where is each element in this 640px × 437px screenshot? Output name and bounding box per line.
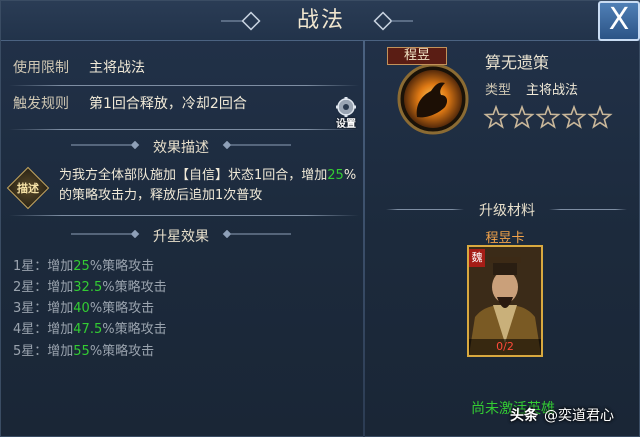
star-effect-percent: 55 [73, 344, 90, 359]
dialog-title: 战法 [296, 8, 345, 33]
kingdom-badge: 魏 [469, 249, 485, 267]
star-effect-suffix: %策略攻击 [89, 301, 155, 316]
section-ornament-right [222, 141, 291, 149]
divider [9, 85, 359, 86]
star-section-title: 升星效果 [153, 229, 209, 245]
trigger-rule-value: 第1回合释放，冷却2回合 [89, 96, 247, 112]
settings-label: 设置 [336, 119, 356, 130]
star-effect-suffix: %策略攻击 [102, 322, 167, 337]
star-icon [509, 105, 535, 129]
tactic-type-value: 主将战法 [526, 83, 579, 98]
star-effect-prefix: 2星：增加 [13, 280, 74, 295]
hero-name-tag: 程昱 [387, 47, 447, 65]
materials-section-title: 升级材料 [479, 203, 535, 219]
hero-card[interactable]: 魏 0/2 [467, 245, 543, 357]
star-effect-row: 1星：增加25%策略攻击 [13, 255, 154, 274]
star-rating [483, 105, 613, 129]
star-icon [483, 105, 509, 129]
star-effect-prefix: 5星：增加 [13, 344, 74, 359]
section-ornament-right [222, 230, 291, 238]
star-effect-suffix: %策略攻击 [89, 259, 155, 274]
watermark-source: 头条 [510, 408, 538, 424]
effect-section-title: 效果描述 [153, 140, 209, 156]
star-icon [561, 105, 587, 129]
settings-button[interactable]: 设置 [331, 97, 361, 130]
tactic-icon [397, 63, 469, 135]
usage-limit-value: 主将战法 [89, 60, 145, 76]
tactic-name: 算无遗策 [485, 53, 550, 72]
watermark-author: @奕道君心 [544, 408, 614, 424]
section-ornament-left [71, 230, 140, 238]
description-percent: 25 [327, 168, 344, 183]
title-ornament-right [373, 11, 413, 31]
star-effect-prefix: 1星：增加 [13, 259, 74, 274]
star-effect-prefix: 4星：增加 [13, 322, 74, 337]
star-effect-percent: 47.5 [73, 322, 103, 337]
watermark: 头条 @奕道君心 [510, 405, 614, 425]
tactic-dialog: 战法 X 使用限制 主将战法 触发规则 第1回合释放，冷却2回合 设置 效果描述 [0, 0, 640, 437]
tactic-description: 为我方全体部队施加【自信】状态1回合，增加25%的策略攻击力，释放后追加1次普攻 [59, 166, 359, 206]
description-text: 为我方全体部队施加【自信】状态1回合，增加 [59, 168, 328, 183]
divider [386, 209, 464, 210]
star-effect-row: 2星：增加32.5%策略攻击 [13, 276, 167, 295]
hero-card-name: 程昱卡 [485, 231, 525, 246]
divider [549, 209, 627, 210]
divider [9, 215, 359, 216]
star-effect-row: 5星：增加55%策略攻击 [13, 340, 154, 359]
star-effect-percent: 25 [73, 259, 90, 274]
star-icon [535, 105, 561, 129]
section-ornament-left [71, 141, 140, 149]
close-icon: X [608, 2, 630, 37]
star-effect-row: 4星：增加47.5%策略攻击 [13, 318, 167, 337]
title-ornament-left [221, 11, 261, 31]
star-effect-prefix: 3星：增加 [13, 301, 74, 316]
title-bar: 战法 X [1, 1, 640, 41]
card-count: 0/2 [469, 339, 541, 355]
star-effect-suffix: %策略攻击 [89, 344, 155, 359]
description-badge-label: 描述 [17, 182, 39, 195]
star-effect-suffix: %策略攻击 [102, 280, 167, 295]
star-icon [587, 105, 613, 129]
tactic-type-label: 类型 [485, 83, 512, 98]
star-effect-percent: 40 [73, 301, 90, 316]
star-effect-percent: 32.5 [73, 280, 103, 295]
trigger-rule-label: 触发规则 [13, 96, 69, 112]
star-effect-row: 3星：增加40%策略攻击 [13, 297, 154, 316]
usage-limit-label: 使用限制 [13, 60, 69, 76]
close-button[interactable]: X [598, 1, 640, 41]
divider [9, 129, 359, 130]
panel-divider [363, 41, 365, 437]
